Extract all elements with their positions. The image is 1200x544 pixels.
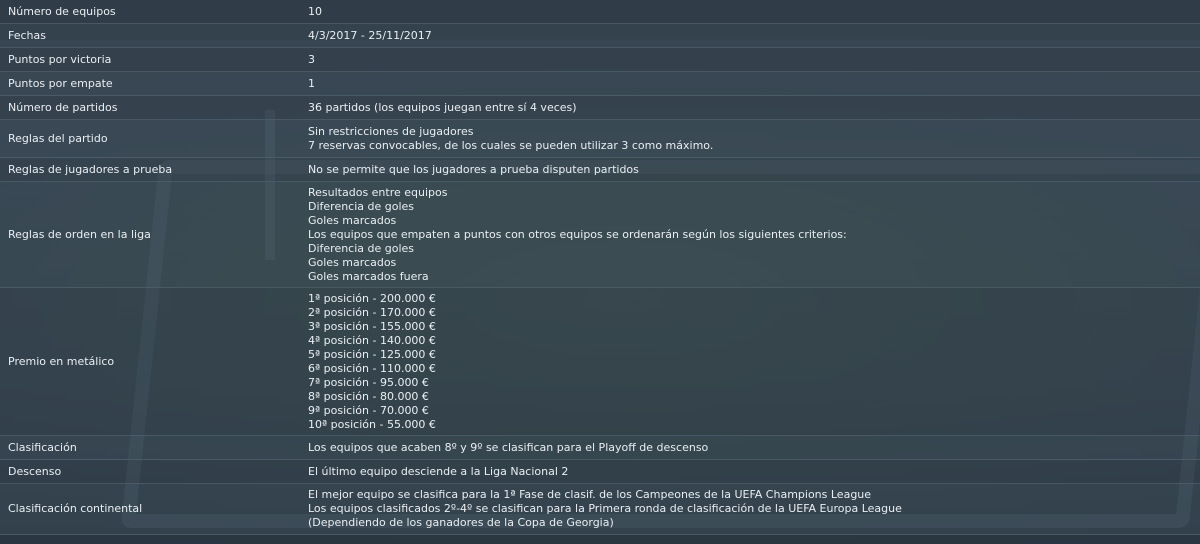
- value-line: 10ª posición - 55.000 €: [308, 417, 436, 431]
- row-value: 1: [308, 73, 1200, 95]
- row-numero-de-partidos: Número de partidos 36 partidos (los equi…: [0, 96, 1200, 120]
- row-label: Puntos por victoria: [8, 52, 112, 66]
- row-value: 4/3/2017 - 25/11/2017: [308, 25, 1200, 47]
- row-label: Número de partidos: [8, 100, 118, 114]
- row-label: Clasificación continental: [8, 502, 143, 515]
- competition-rules-table: Número de equipos 10 Fechas 4/3/2017 - 2…: [0, 0, 1200, 535]
- value-line: El último equipo desciende a la Liga Nac…: [308, 464, 569, 478]
- value-line: 36 partidos (los equipos juegan entre sí…: [308, 100, 577, 114]
- row-reglas-del-partido: Reglas del partido Sin restricciones de …: [0, 120, 1200, 158]
- value-line: Goles marcados fuera: [308, 269, 429, 283]
- value-line: 2ª posición - 170.000 €: [308, 305, 436, 319]
- value-line: 3: [308, 52, 315, 66]
- value-line: Los equipos que acaben 8º y 9º se clasif…: [308, 440, 709, 454]
- value-line: Diferencia de goles: [308, 199, 415, 213]
- row-label: Clasificación: [8, 440, 77, 454]
- value-line: 10: [308, 4, 322, 18]
- value-line: (Dependiendo de los ganadores de la Copa…: [308, 516, 614, 529]
- row-reglas-orden-liga: Reglas de orden en la liga Resultados en…: [0, 182, 1200, 288]
- row-label: Reglas de orden en la liga: [8, 227, 151, 241]
- value-line: 8ª posición - 80.000 €: [308, 389, 429, 403]
- row-label: Reglas del partido: [8, 131, 108, 145]
- row-numero-de-equipos: Número de equipos 10: [0, 0, 1200, 24]
- row-value: 36 partidos (los equipos juegan entre sí…: [308, 97, 1200, 119]
- row-value: 3: [308, 49, 1200, 71]
- value-line: 3ª posición - 155.000 €: [308, 319, 436, 333]
- row-value: Los equipos que acaben 8º y 9º se clasif…: [308, 437, 1200, 459]
- value-line: Diferencia de goles: [308, 241, 415, 255]
- value-line: 5ª posición - 125.000 €: [308, 347, 436, 361]
- row-label: Número de equipos: [8, 4, 116, 18]
- row-value: Resultados entre equipos Diferencia de g…: [308, 182, 1200, 288]
- row-reglas-jugadores-a-prueba: Reglas de jugadores a prueba No se permi…: [0, 158, 1200, 182]
- row-label: Fechas: [8, 28, 46, 42]
- row-value: El mejor equipo se clasifica para la 1ª …: [308, 484, 1200, 534]
- row-value: 10: [308, 1, 1200, 23]
- row-clasificacion: Clasificación Los equipos que acaben 8º …: [0, 436, 1200, 460]
- value-line: Los equipos clasificados 2º-4º se clasif…: [308, 502, 902, 515]
- row-puntos-por-victoria: Puntos por victoria 3: [0, 48, 1200, 72]
- row-puntos-por-empate: Puntos por empate 1: [0, 72, 1200, 96]
- value-line: 4/3/2017 - 25/11/2017: [308, 28, 432, 42]
- value-line: 1: [308, 76, 315, 90]
- value-line: No se permite que los jugadores a prueba…: [308, 162, 639, 176]
- value-line: Goles marcados: [308, 255, 397, 269]
- value-line: 4ª posición - 140.000 €: [308, 333, 436, 347]
- row-fechas: Fechas 4/3/2017 - 25/11/2017: [0, 24, 1200, 48]
- row-value: El último equipo desciende a la Liga Nac…: [308, 461, 1200, 483]
- row-label: Puntos por empate: [8, 76, 113, 90]
- value-line: Goles marcados: [308, 213, 397, 227]
- value-line: El mejor equipo se clasifica para la 1ª …: [308, 488, 872, 501]
- row-label: Premio en metálico: [8, 354, 115, 368]
- row-premio-en-metalico: Premio en metálico 1ª posición - 200.000…: [0, 288, 1200, 436]
- row-clasificacion-continental: Clasificación continental El mejor equip…: [0, 484, 1200, 535]
- value-line: 9ª posición - 70.000 €: [308, 403, 429, 417]
- value-line: Los equipos que empaten a puntos con otr…: [308, 227, 847, 241]
- row-value: Sin restricciones de jugadores 7 reserva…: [308, 121, 1200, 157]
- row-value: No se permite que los jugadores a prueba…: [308, 159, 1200, 181]
- value-line: Sin restricciones de jugadores: [308, 124, 474, 138]
- row-value: 1ª posición - 200.000 € 2ª posición - 17…: [308, 288, 1200, 436]
- row-descenso: Descenso El último equipo desciende a la…: [0, 460, 1200, 484]
- value-line: 6ª posición - 110.000 €: [308, 361, 436, 375]
- value-line: 7 reservas convocables, de los cuales se…: [308, 138, 714, 152]
- value-line: Resultados entre equipos: [308, 185, 448, 199]
- value-line: 7ª posición - 95.000 €: [308, 375, 429, 389]
- row-label: Descenso: [8, 464, 62, 478]
- value-line: 1ª posición - 200.000 €: [308, 291, 436, 305]
- row-label: Reglas de jugadores a prueba: [8, 162, 173, 176]
